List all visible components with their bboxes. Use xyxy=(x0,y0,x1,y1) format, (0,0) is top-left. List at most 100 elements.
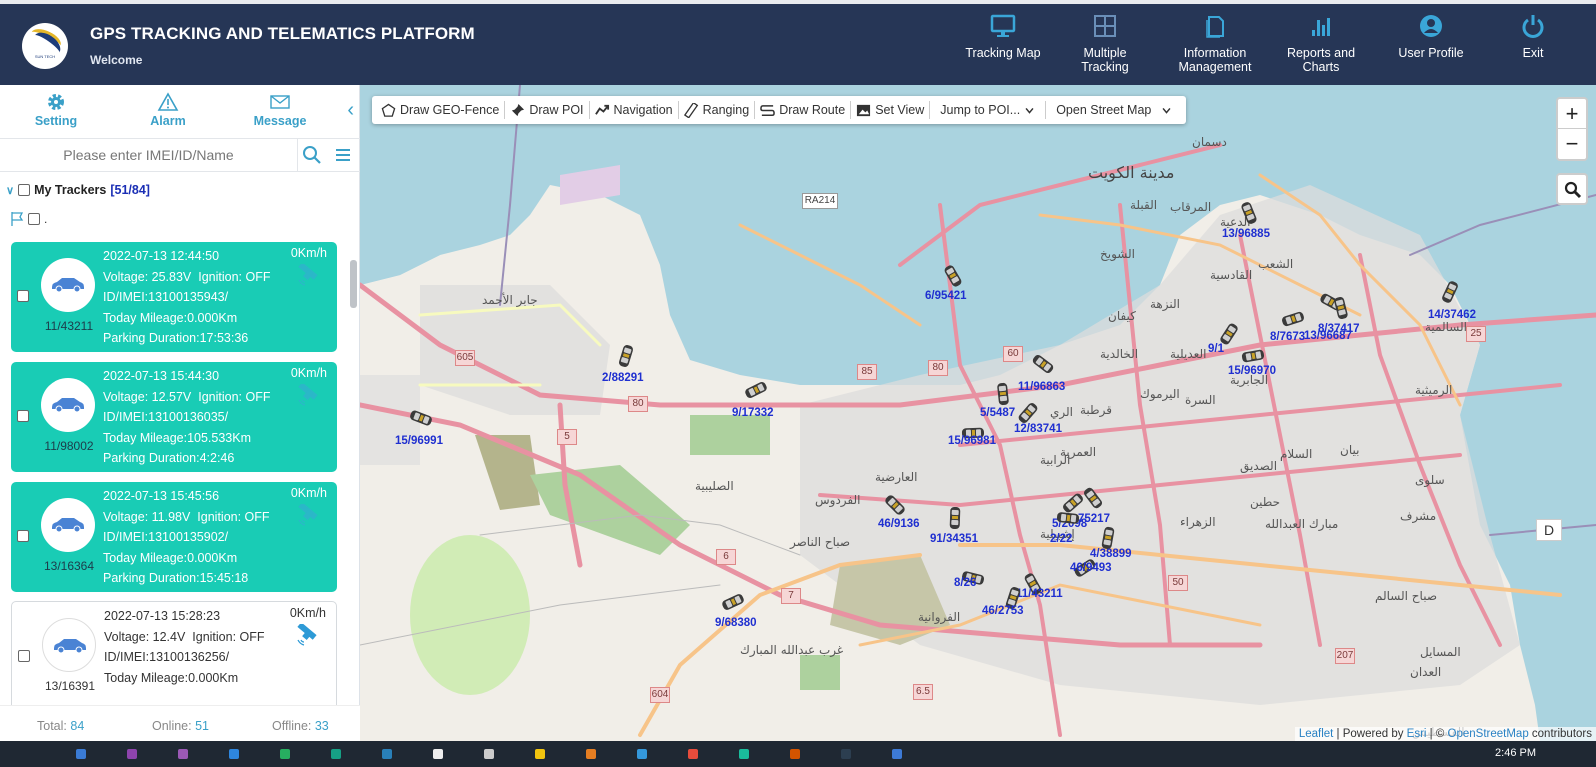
tracker-card[interactable]: 11/43211 2022-07-13 12:44:50 Voltage: 25.8… xyxy=(11,242,337,352)
vehicle-marker-label[interactable]: 46/2753 xyxy=(982,605,1024,617)
vehicle-marker-label[interactable]: 9/1 xyxy=(1208,343,1224,355)
taskbar-app-icon[interactable] xyxy=(331,749,341,759)
collapse-sidebar-button[interactable]: ‹ xyxy=(347,99,354,122)
taskbar-app-icon[interactable] xyxy=(178,749,188,759)
satellite-icon xyxy=(298,504,318,526)
vehicle-marker-label[interactable]: 15/96970 xyxy=(1228,365,1276,377)
vehicle-marker-icon[interactable] xyxy=(743,377,769,403)
vehicle-marker-label[interactable]: 14/37462 xyxy=(1428,309,1476,321)
vehicle-marker-label[interactable]: 12/83741 xyxy=(1014,423,1062,435)
place-label: سلوى xyxy=(1415,473,1445,487)
search-icon[interactable] xyxy=(302,145,322,170)
ranging-button[interactable]: Ranging xyxy=(679,101,756,119)
tab-message[interactable]: Message xyxy=(240,92,320,128)
tracker-checkbox[interactable] xyxy=(17,410,29,422)
tracker-search-input[interactable] xyxy=(0,139,298,171)
draw-geofence-button[interactable]: Draw GEO-Fence xyxy=(376,101,506,119)
vehicle-marker-icon[interactable] xyxy=(613,343,639,369)
vehicle-marker-label[interactable]: 9/17332 xyxy=(732,407,774,419)
set-view-button[interactable]: Set View xyxy=(851,101,931,119)
nav-information-management[interactable]: Information Management xyxy=(1160,14,1270,84)
vehicle-marker-icon[interactable] xyxy=(1437,279,1463,305)
taskbar-app-icon[interactable] xyxy=(229,749,239,759)
esri-link[interactable]: Esri xyxy=(1407,728,1427,740)
vehicle-marker-icon[interactable] xyxy=(882,492,908,518)
tracker-card[interactable]: 11/98002 2022-07-13 15:44:30 Voltage: 12.5… xyxy=(11,362,337,472)
vehicle-marker-icon[interactable] xyxy=(1030,351,1056,377)
list-menu-icon[interactable] xyxy=(335,147,351,168)
group-checkbox[interactable] xyxy=(28,213,40,225)
app-title: GPS TRACKING AND TELEMATICS PLATFORM xyxy=(90,24,475,43)
vehicle-marker-label[interactable]: 2/22 xyxy=(1050,533,1072,545)
taskbar-app-icon[interactable] xyxy=(127,749,137,759)
vehicle-marker-label[interactable]: 15/96981 xyxy=(948,435,996,447)
tracker-list-scrollbar[interactable] xyxy=(350,260,357,308)
vehicle-marker-icon[interactable] xyxy=(942,505,968,531)
taskbar-app-icon[interactable] xyxy=(790,749,800,759)
select-all-checkbox[interactable] xyxy=(18,184,31,196)
vehicle-marker-label[interactable]: 46/9136 xyxy=(878,518,920,530)
tab-setting[interactable]: Setting xyxy=(16,92,96,128)
vehicle-marker-label[interactable]: 5/5487 xyxy=(980,407,1015,419)
vehicle-marker-icon[interactable] xyxy=(1280,306,1306,332)
taskbar-app-icon[interactable] xyxy=(280,749,290,759)
map-layer-dropdown[interactable]: Open Street Map xyxy=(1046,101,1182,119)
vehicle-marker-icon[interactable] xyxy=(720,589,746,615)
draw-poi-button[interactable]: Draw POI xyxy=(505,101,590,119)
d-control-button[interactable]: D xyxy=(1536,519,1562,541)
vehicle-marker-label[interactable]: 8/37417 xyxy=(1318,323,1360,335)
taskbar-app-icon[interactable] xyxy=(841,749,851,759)
taskbar-app-icon[interactable] xyxy=(892,749,902,759)
vehicle-marker-label[interactable]: 13/96885 xyxy=(1222,228,1270,240)
osm-link[interactable]: OpenStreetMap xyxy=(1448,728,1529,740)
vehicle-marker-icon[interactable] xyxy=(940,263,966,289)
tracker-checkbox[interactable] xyxy=(17,530,29,542)
vehicle-marker-label[interactable]: 2/88291 xyxy=(602,372,644,384)
vehicle-marker-icon[interactable] xyxy=(1236,200,1262,226)
vehicle-marker-label[interactable]: 8/26 xyxy=(954,577,976,589)
nav-reports-and-charts[interactable]: Reports and Charts xyxy=(1276,14,1366,84)
tracking-map[interactable]: مدينة الكويت جابر الأحمد الفروانية الصليبية… xyxy=(360,85,1596,741)
nav-multiple-tracking[interactable]: Multiple Tracking xyxy=(1062,14,1148,84)
place-label: النزهة xyxy=(1150,297,1180,311)
taskbar-app-icon[interactable] xyxy=(688,749,698,759)
taskbar-app-icon[interactable] xyxy=(433,749,443,759)
vehicle-marker-label[interactable]: 91/34351 xyxy=(930,533,978,545)
taskbar-app-icon[interactable] xyxy=(739,749,749,759)
place-label: كيفان xyxy=(1108,309,1136,323)
tracker-checkbox[interactable] xyxy=(18,650,30,662)
taskbar-app-icon[interactable] xyxy=(637,749,647,759)
tab-alarm[interactable]: Alarm xyxy=(128,92,208,128)
vehicle-marker-icon[interactable] xyxy=(990,381,1016,407)
vehicle-marker-label[interactable]: 9/68380 xyxy=(715,617,757,629)
vehicle-marker-label[interactable]: 15/96991 xyxy=(395,435,443,447)
vehicle-marker-label[interactable]: 46/9493 xyxy=(1070,562,1112,574)
tracker-checkbox[interactable] xyxy=(17,290,29,302)
taskbar-app-icon[interactable] xyxy=(484,749,494,759)
taskbar-app-icon[interactable] xyxy=(535,749,545,759)
vehicle-marker-label[interactable]: 8/7673 xyxy=(1270,331,1305,343)
road-shield: 5 xyxy=(557,429,577,445)
taskbar-app-icon[interactable] xyxy=(586,749,596,759)
jump-to-poi-dropdown[interactable]: Jump to POI... xyxy=(930,101,1047,119)
navigation-button[interactable]: Navigation xyxy=(590,101,679,119)
vehicle-marker-icon[interactable] xyxy=(1328,295,1354,321)
tracker-card[interactable]: 13/16391 2022-07-13 15:28:23 Voltage: 12.4… xyxy=(11,601,337,717)
taskbar-app-icon[interactable] xyxy=(76,749,86,759)
zoom-in-button[interactable]: + xyxy=(1558,99,1586,129)
vehicle-marker-label[interactable]: 75217 xyxy=(1078,513,1110,525)
nav-user-profile[interactable]: User Profile xyxy=(1386,14,1476,84)
nav-tracking-map[interactable]: Tracking Map xyxy=(958,14,1048,84)
zoom-out-button[interactable]: − xyxy=(1558,129,1586,159)
vehicle-marker-label[interactable]: 6/95421 xyxy=(925,290,967,302)
vehicle-marker-icon[interactable] xyxy=(1080,485,1106,511)
leaflet-link[interactable]: Leaflet xyxy=(1299,728,1334,740)
chevron-down-icon[interactable]: ∨ xyxy=(6,184,14,197)
vehicle-marker-label[interactable]: 11/96863 xyxy=(1018,381,1065,393)
draw-route-button[interactable]: Draw Route xyxy=(755,101,852,119)
vehicle-marker-icon[interactable] xyxy=(408,405,434,431)
nav-exit[interactable]: Exit xyxy=(1500,14,1566,84)
taskbar-app-icon[interactable] xyxy=(382,749,392,759)
map-search-button[interactable] xyxy=(1556,173,1588,205)
tracker-card[interactable]: 13/16364 2022-07-13 15:45:56 Voltage: 11.9… xyxy=(11,482,337,592)
